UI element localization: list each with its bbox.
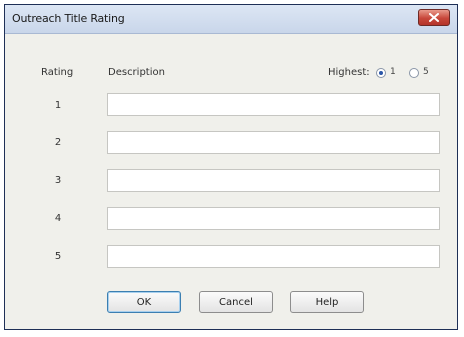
description-header: Description bbox=[108, 67, 165, 78]
highest-radio-5-label: 5 bbox=[423, 67, 429, 77]
cancel-button[interactable]: Cancel bbox=[199, 291, 273, 313]
highest-radio-1[interactable] bbox=[376, 68, 386, 78]
title-bar: Outreach Title Rating bbox=[5, 5, 457, 34]
highest-label: Highest: bbox=[328, 67, 370, 78]
rating-number-3: 3 bbox=[54, 175, 62, 186]
description-field-3[interactable] bbox=[107, 169, 440, 192]
close-x-icon bbox=[429, 13, 439, 22]
window-title: Outreach Title Rating bbox=[12, 12, 125, 25]
rating-number-1: 1 bbox=[54, 100, 62, 111]
dialog-body: Rating Description Highest: 1 5 1 2 3 4 … bbox=[5, 34, 457, 329]
help-button[interactable]: Help bbox=[290, 291, 364, 313]
ok-button[interactable]: OK bbox=[107, 291, 181, 313]
rating-dialog: Outreach Title Rating Rating Description… bbox=[4, 4, 458, 330]
description-field-5[interactable] bbox=[107, 245, 440, 268]
rating-number-4: 4 bbox=[54, 213, 62, 224]
description-field-2[interactable] bbox=[107, 131, 440, 154]
highest-radio-1-label: 1 bbox=[390, 67, 396, 77]
highest-radio-5[interactable] bbox=[409, 68, 419, 78]
description-field-1[interactable] bbox=[107, 93, 440, 116]
rating-header: Rating bbox=[41, 67, 74, 78]
rating-number-2: 2 bbox=[54, 137, 62, 148]
description-field-4[interactable] bbox=[107, 207, 440, 230]
close-button[interactable] bbox=[418, 9, 450, 26]
rating-number-5: 5 bbox=[54, 251, 62, 262]
